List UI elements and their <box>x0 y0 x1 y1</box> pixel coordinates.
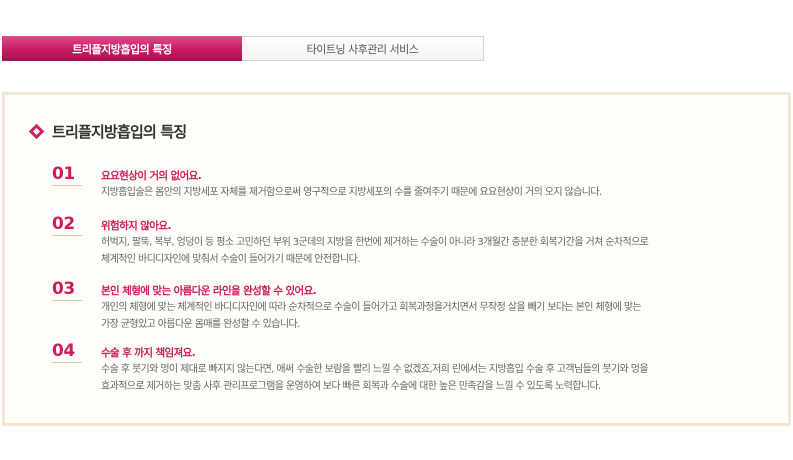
description-line: 체계적인 바디디자인에 맞춰서 수술이 들어가기 때문에 안전합니다. <box>101 254 360 265</box>
description-line: 효과적으로 제거하는 맞춤 사후 관리프로그램을 운영하여 보다 빠른 회복과 … <box>101 381 601 392</box>
number-underline <box>52 185 82 186</box>
feature-description: 허벅지, 팔뚝, 복부, 엉덩이 등 평소 고민하던 부위 3군데의 지방을 한… <box>101 234 781 268</box>
feature-number: 02 <box>52 214 75 234</box>
features-panel: 트리플지방흡입의 특징 01 요요현상이 거의 없어요. 지방흡입술은 몸안의 … <box>2 92 791 426</box>
description-line: 가장 균형있고 아름다운 몸매를 완성할 수 있습니다. <box>101 319 300 330</box>
tab-triple-liposuction-features[interactable]: 트리플지방흡입의 특징 <box>2 36 242 61</box>
feature-description: 개인의 체형에 맞는 체계적인 바디디자인에 따라 순차적으로 수술이 들어가고… <box>101 299 781 333</box>
tab-bar: 트리플지방흡입의 특징 타이트닝 사후관리 서비스 <box>2 36 484 61</box>
diamond-bullet-icon <box>28 123 45 140</box>
description-line: 개인의 체형에 맞는 체계적인 바디디자인에 따라 순차적으로 수술이 들어가고… <box>101 302 642 313</box>
feature-heading: 위험하지 않아요. <box>101 220 171 232</box>
feature-number: 04 <box>52 341 75 361</box>
feature-heading: 본인 체형에 맞는 아름다운 라인을 완성할 수 있어요. <box>101 285 317 297</box>
feature-number: 01 <box>52 164 75 184</box>
description-line: 지방흡입술은 몸안의 지방세포 자체를 제거함으로써 영구적으로 지방세포의 수… <box>101 187 602 198</box>
number-underline <box>52 362 82 363</box>
tab-tightening-aftercare-service[interactable]: 타이트닝 사후관리 서비스 <box>242 36 484 61</box>
feature-description: 지방흡입술은 몸안의 지방세포 자체를 제거함으로써 영구적으로 지방세포의 수… <box>101 184 781 201</box>
description-line: 허벅지, 팔뚝, 복부, 엉덩이 등 평소 고민하던 부위 3군데의 지방을 한… <box>101 237 649 248</box>
section-title-text: 트리플지방흡입의 특징 <box>52 123 187 141</box>
section-title: 트리플지방흡입의 특징 <box>28 121 187 142</box>
feature-heading: 수술 후 까지 책임져요. <box>101 347 196 359</box>
number-underline <box>52 300 82 301</box>
feature-heading: 요요현상이 거의 없어요. <box>101 170 202 182</box>
feature-number: 03 <box>52 279 75 299</box>
description-line: 수술 후 붓기와 멍이 제대로 빠지지 않는다면, 애써 수술한 보람을 빨리 … <box>101 364 649 375</box>
feature-description: 수술 후 붓기와 멍이 제대로 빠지지 않는다면, 애써 수술한 보람을 빨리 … <box>101 361 781 395</box>
number-underline <box>52 235 82 236</box>
